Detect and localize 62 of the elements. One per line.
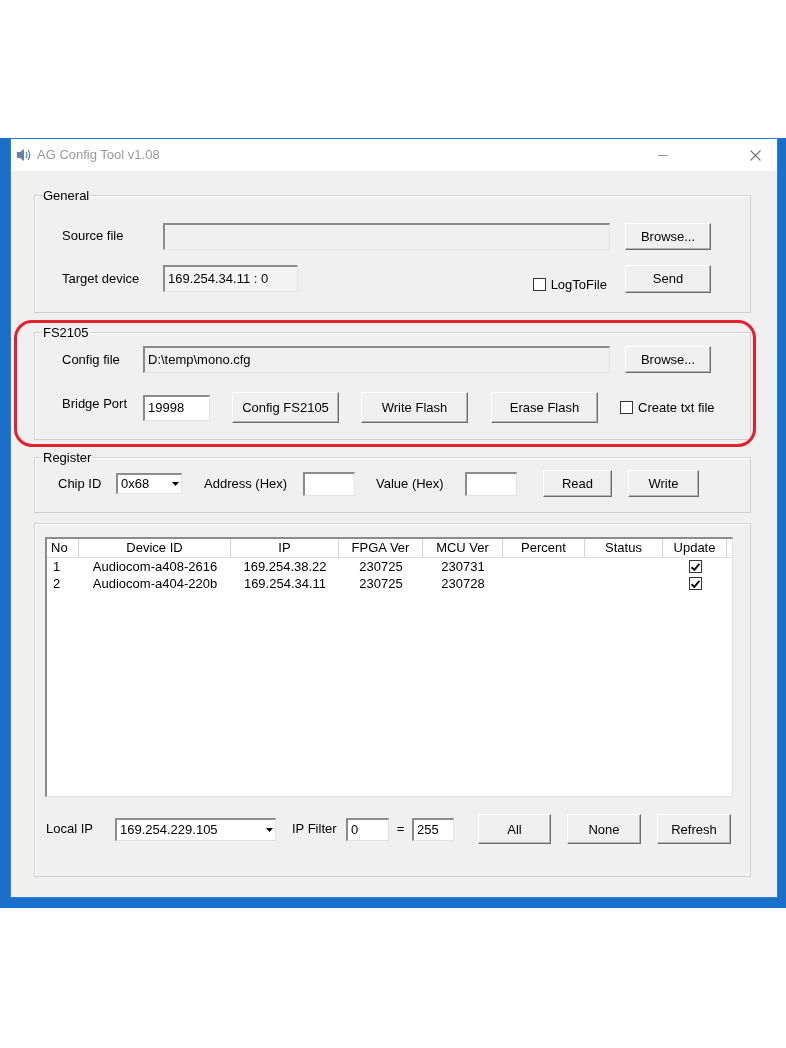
dropdown[interactable]: 169.254.229.105 bbox=[115, 817, 276, 841]
push-button[interactable]: Erase Flash bbox=[491, 392, 598, 423]
close-icon[interactable] bbox=[750, 149, 761, 161]
input-field[interactable] bbox=[303, 471, 355, 496]
table-cell-text: 169.254.38.22 bbox=[242, 558, 328, 575]
checkbox[interactable] bbox=[532, 278, 546, 291]
browse-button[interactable]: Browse... bbox=[625, 222, 711, 250]
field-label: Chip ID bbox=[58, 474, 103, 493]
caret-down-icon[interactable] bbox=[172, 482, 179, 486]
push-button[interactable]: Write bbox=[628, 470, 699, 497]
checkbox[interactable] bbox=[688, 577, 702, 590]
table-cell-text: 2 bbox=[52, 575, 62, 592]
table-cell-text: Audiocom-a408-2616 bbox=[91, 558, 219, 575]
checkbox[interactable] bbox=[620, 401, 633, 414]
checkbox-label[interactable]: Create txt file bbox=[638, 397, 715, 418]
table-cell-text: 1 bbox=[52, 558, 62, 575]
speaker-icon bbox=[16, 148, 32, 162]
push-button[interactable]: Read bbox=[543, 470, 612, 497]
push-button[interactable]: None bbox=[567, 814, 641, 844]
column-header[interactable]: IP bbox=[231, 539, 339, 557]
column-header[interactable]: Percent bbox=[503, 539, 585, 557]
input-field[interactable]: 19998 bbox=[143, 394, 210, 421]
field-label: Bridge Port bbox=[62, 394, 129, 413]
dropdown[interactable]: 0x68 bbox=[116, 473, 182, 494]
input-field[interactable] bbox=[465, 471, 517, 496]
input-field[interactable]: 255 bbox=[412, 817, 454, 841]
push-button[interactable]: Config FS2105 bbox=[232, 392, 339, 423]
table-cell-text: 169.254.34.11 bbox=[242, 575, 328, 592]
column-header[interactable]: FPGA Ver bbox=[339, 539, 423, 557]
column-header[interactable]: MCU Ver bbox=[423, 539, 503, 557]
input-field[interactable]: 169.254.34.11 : 0 bbox=[163, 265, 298, 292]
field-label: Local IP bbox=[46, 820, 94, 839]
range-separator: = bbox=[395, 820, 406, 839]
browse-button[interactable]: Browse... bbox=[625, 346, 711, 373]
send-button[interactable]: Send bbox=[625, 264, 711, 293]
field-label: Source file bbox=[62, 227, 125, 246]
caret-down-icon[interactable] bbox=[266, 827, 273, 832]
checkbox-label[interactable]: LogToFile bbox=[550, 274, 607, 295]
column-header[interactable]: No bbox=[47, 539, 79, 557]
window-title: AG Config Tool v1.08 bbox=[37, 146, 160, 165]
field-label: IP Filter bbox=[292, 820, 338, 839]
push-button[interactable]: Refresh bbox=[657, 814, 731, 844]
field-label: Config file bbox=[62, 350, 121, 369]
table-cell-text: 230728 bbox=[440, 575, 486, 592]
input-field[interactable] bbox=[163, 222, 610, 250]
push-button[interactable]: Write Flash bbox=[361, 392, 468, 423]
column-header[interactable]: Status bbox=[585, 539, 663, 557]
field-label: Value (Hex) bbox=[376, 474, 445, 493]
table-cell-text: 230731 bbox=[440, 558, 486, 575]
input-field[interactable]: 0 bbox=[346, 817, 389, 841]
table-cell-text: 230725 bbox=[358, 575, 404, 592]
column-header[interactable]: Device ID bbox=[79, 539, 231, 557]
field-label: Address (Hex) bbox=[204, 474, 289, 493]
minimize-icon[interactable] bbox=[658, 154, 668, 156]
field-label: Target device bbox=[62, 269, 141, 288]
table-cell-text: 230725 bbox=[358, 558, 404, 575]
input-field[interactable]: D:\temp\mono.cfg bbox=[143, 346, 610, 373]
checkbox[interactable] bbox=[688, 560, 702, 573]
table-cell-text: Audiocom-a404-220b bbox=[91, 575, 219, 592]
push-button[interactable]: All bbox=[478, 814, 551, 844]
group-title: Register bbox=[42, 450, 93, 466]
column-header[interactable]: Update bbox=[663, 539, 727, 557]
